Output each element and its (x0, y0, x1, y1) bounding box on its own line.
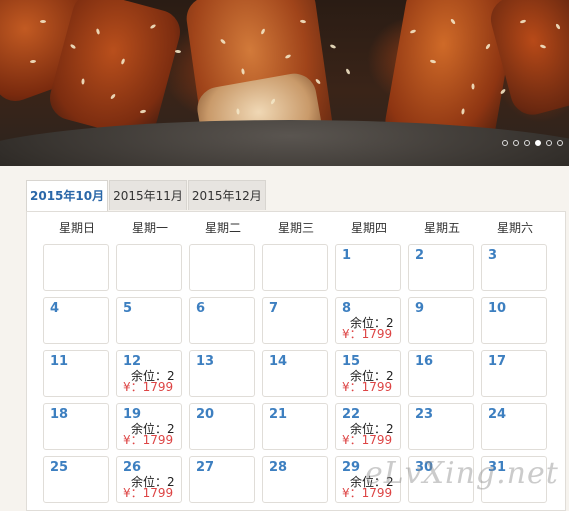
day-number: 6 (196, 301, 206, 316)
day-number: 3 (488, 248, 498, 263)
calendar-day-cell[interactable]: 28 (262, 456, 328, 503)
slide-dot[interactable] (524, 140, 530, 146)
calendar-day-cell[interactable]: 6 (189, 297, 255, 344)
calendar-panel: 星期日 星期一 星期二 星期三 星期四 星期五 星期六 1 2 3 4 5 6 7 8 余位：2 ¥：1799… (26, 211, 566, 511)
day-number: 7 (269, 301, 279, 316)
price-label: ¥：1799 (342, 433, 393, 447)
calendar-day-cell[interactable]: 26 余位：2 ¥：1799 (116, 456, 182, 503)
day-number: 4 (50, 301, 60, 316)
weekday-label: 星期三 (277, 221, 314, 235)
day-number: 18 (50, 407, 69, 422)
price-label: ¥：1799 (342, 486, 393, 500)
slide-dot[interactable] (513, 140, 519, 146)
weekday-label: 星期一 (131, 221, 168, 235)
calendar-day-cell[interactable]: 20 (189, 403, 255, 450)
day-number: 10 (488, 301, 507, 316)
slide-dot[interactable] (535, 140, 541, 146)
price-label: ¥：1799 (123, 380, 174, 394)
day-number: 25 (50, 460, 69, 475)
calendar-day-cell[interactable]: 19 余位：2 ¥：1799 (116, 403, 182, 450)
calendar-day-cell (262, 244, 328, 291)
day-number: 17 (488, 354, 507, 369)
slide-pagination (502, 140, 563, 146)
day-number: 11 (50, 354, 69, 369)
calendar-day-cell[interactable]: 14 (262, 350, 328, 397)
calendar-day-cell (189, 244, 255, 291)
day-number: 27 (196, 460, 215, 475)
calendar-day-cell[interactable]: 4 (43, 297, 109, 344)
calendar-day-cell[interactable]: 2 (408, 244, 474, 291)
calendar-day-cell (116, 244, 182, 291)
sesame-seed (471, 83, 475, 90)
calendar-day-cell[interactable]: 3 (481, 244, 547, 291)
calendar-day-cell[interactable]: 1 (335, 244, 401, 291)
weekday-header: 星期日 星期一 星期二 星期三 星期四 星期五 星期六 (43, 212, 563, 244)
price-label: ¥：1799 (123, 433, 174, 447)
day-number: 5 (123, 301, 133, 316)
slide-dot[interactable] (546, 140, 552, 146)
calendar-day-cell[interactable]: 27 (189, 456, 255, 503)
weekday-label: 星期二 (204, 221, 241, 235)
calendar-day-cell[interactable]: 16 (408, 350, 474, 397)
day-number: 13 (196, 354, 215, 369)
weekday-label: 星期五 (423, 221, 460, 235)
calendar-day-cell[interactable]: 7 (262, 297, 328, 344)
price-calendar: 2015年10月 2015年11月 2015年12月 星期日 星期一 星期二 星期三 星期四… (26, 180, 566, 511)
calendar-day-cell[interactable]: 31 (481, 456, 547, 503)
calendar-day-cell[interactable]: 18 (43, 403, 109, 450)
day-number: 28 (269, 460, 288, 475)
calendar-day-cell[interactable]: 21 (262, 403, 328, 450)
sesame-seed (236, 108, 240, 115)
month-tabs: 2015年10月 2015年11月 2015年12月 (26, 180, 267, 212)
day-number: 21 (269, 407, 288, 422)
calendar-day-cell[interactable]: 5 (116, 297, 182, 344)
calendar-day-cell[interactable]: 29 余位：2 ¥：1799 (335, 456, 401, 503)
sesame-seed (40, 20, 46, 23)
sesame-seed (174, 49, 182, 54)
sesame-seed (345, 68, 351, 75)
calendar-day-cell (43, 244, 109, 291)
calendar-day-cell[interactable]: 23 (408, 403, 474, 450)
weekday-label: 星期六 (496, 221, 533, 235)
calendar-day-cell[interactable]: 22 余位：2 ¥：1799 (335, 403, 401, 450)
slide-dot[interactable] (557, 140, 563, 146)
calendar-day-cell[interactable]: 9 (408, 297, 474, 344)
day-number: 24 (488, 407, 507, 422)
calendar-day-cell[interactable]: 30 (408, 456, 474, 503)
price-label: ¥：1799 (123, 486, 174, 500)
day-number: 14 (269, 354, 288, 369)
calendar-day-cell[interactable]: 24 (481, 403, 547, 450)
weekday-label: 星期日 (58, 221, 95, 235)
day-number: 1 (342, 248, 352, 263)
tab-month[interactable]: 2015年10月 (26, 180, 109, 212)
price-label: ¥：1799 (342, 327, 393, 341)
sesame-seed (329, 43, 337, 50)
day-number: 23 (415, 407, 434, 422)
day-number: 31 (488, 460, 507, 475)
calendar-day-cell[interactable]: 12 余位：2 ¥：1799 (116, 350, 182, 397)
calendar-day-cell[interactable]: 13 (189, 350, 255, 397)
hero-banner-image (0, 0, 569, 166)
tab-month[interactable]: 2015年11月 (109, 180, 187, 210)
day-number: 30 (415, 460, 434, 475)
calendar-day-cell[interactable]: 8 余位：2 ¥：1799 (335, 297, 401, 344)
calendar-day-cell[interactable]: 11 (43, 350, 109, 397)
day-number: 9 (415, 301, 425, 316)
calendar-day-cell[interactable]: 10 (481, 297, 547, 344)
calendar-day-cell[interactable]: 17 (481, 350, 547, 397)
calendar-day-cell[interactable]: 15 余位：2 ¥：1799 (335, 350, 401, 397)
slide-dot[interactable] (502, 140, 508, 146)
tab-month[interactable]: 2015年12月 (187, 180, 266, 210)
day-number: 20 (196, 407, 215, 422)
day-number: 2 (415, 248, 425, 263)
calendar-day-cell[interactable]: 25 (43, 456, 109, 503)
weekday-label: 星期四 (350, 221, 387, 235)
price-label: ¥：1799 (342, 380, 393, 394)
plate-rim (0, 120, 569, 166)
day-number: 16 (415, 354, 434, 369)
